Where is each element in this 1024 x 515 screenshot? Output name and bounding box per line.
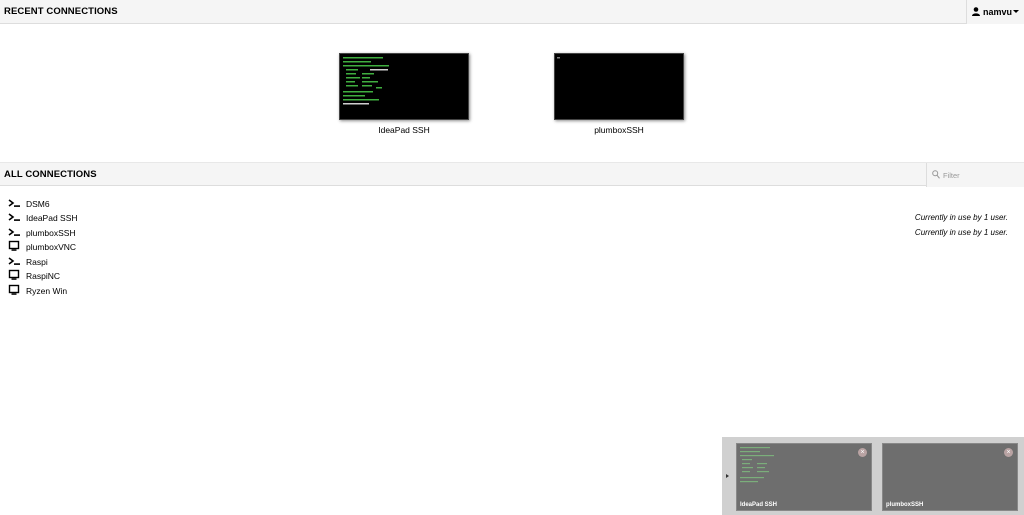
client-thumbnail-plumbox[interactable]: × plumboxSSH bbox=[882, 443, 1018, 511]
connection-name[interactable]: DSM6 bbox=[26, 199, 50, 209]
desktop-icon bbox=[8, 269, 20, 280]
connection-status: Currently in use by 1 user. bbox=[914, 213, 1008, 222]
recent-connection-ideapad[interactable]: IdeaPad SSH bbox=[339, 53, 469, 135]
terminal-icon bbox=[8, 213, 20, 221]
connection-name[interactable]: RaspiNC bbox=[26, 271, 60, 281]
connection-name[interactable]: Ryzen Win bbox=[26, 286, 67, 296]
terminal-preview bbox=[557, 57, 560, 59]
connection-item-raspinc[interactable]: RaspiNC bbox=[8, 269, 1008, 283]
connection-item-plumboxssh[interactable]: plumboxSSH Currently in use by 1 user. bbox=[8, 226, 1008, 240]
connection-item-ideapad-ssh[interactable]: IdeaPad SSH Currently in use by 1 user. bbox=[8, 211, 1008, 225]
desktop-icon bbox=[8, 240, 20, 251]
connection-status: Currently in use by 1 user. bbox=[914, 228, 1008, 237]
connection-item-dsm6[interactable]: DSM6 bbox=[8, 197, 1008, 211]
chevron-down-icon bbox=[1013, 10, 1019, 13]
search-icon bbox=[932, 170, 940, 179]
terminal-icon bbox=[8, 228, 20, 236]
username: namvu bbox=[983, 7, 1013, 17]
recent-connection-plumbox[interactable]: plumboxSSH bbox=[554, 53, 684, 135]
close-icon[interactable]: × bbox=[1004, 448, 1013, 457]
recent-connections-header: RECENT CONNECTIONS namvu bbox=[0, 0, 1024, 24]
active-clients-panel: × IdeaPad SSH × plumboxSSH bbox=[722, 437, 1024, 515]
user-icon bbox=[972, 7, 980, 16]
connection-item-ryzen-win[interactable]: Ryzen Win bbox=[8, 284, 1008, 298]
desktop-icon bbox=[8, 284, 20, 295]
expand-arrow-icon[interactable] bbox=[726, 474, 729, 478]
connection-name[interactable]: IdeaPad SSH bbox=[26, 213, 78, 223]
recent-label-ideapad[interactable]: IdeaPad SSH bbox=[339, 125, 469, 135]
terminal-icon bbox=[8, 257, 20, 265]
user-menu-button[interactable]: namvu bbox=[966, 0, 1024, 24]
connection-name[interactable]: plumboxVNC bbox=[26, 242, 76, 252]
terminal-preview bbox=[343, 57, 389, 105]
client-label: plumboxSSH bbox=[886, 502, 924, 508]
recent-thumbnail-ideapad[interactable] bbox=[339, 53, 469, 120]
client-label: IdeaPad SSH bbox=[740, 502, 778, 508]
close-icon[interactable]: × bbox=[858, 448, 867, 457]
recent-thumbnail-plumbox[interactable] bbox=[554, 53, 684, 120]
filter-placeholder: Filter bbox=[943, 171, 960, 180]
connection-item-plumboxvnc[interactable]: plumboxVNC bbox=[8, 240, 1008, 254]
filter-input[interactable]: Filter bbox=[926, 163, 1024, 187]
recent-label-plumbox[interactable]: plumboxSSH bbox=[554, 125, 684, 135]
client-thumbnail-ideapad[interactable]: × IdeaPad SSH bbox=[736, 443, 872, 511]
all-connections-header: ALL CONNECTIONS Filter bbox=[0, 162, 1024, 187]
connection-name[interactable]: Raspi bbox=[26, 257, 48, 267]
connection-name[interactable]: plumboxSSH bbox=[26, 228, 76, 238]
connection-item-raspi[interactable]: Raspi bbox=[8, 255, 1008, 269]
terminal-preview bbox=[740, 447, 774, 483]
recent-connections-title: RECENT CONNECTIONS bbox=[4, 6, 118, 17]
terminal-icon bbox=[8, 199, 20, 207]
all-connections-title: ALL CONNECTIONS bbox=[4, 169, 97, 180]
